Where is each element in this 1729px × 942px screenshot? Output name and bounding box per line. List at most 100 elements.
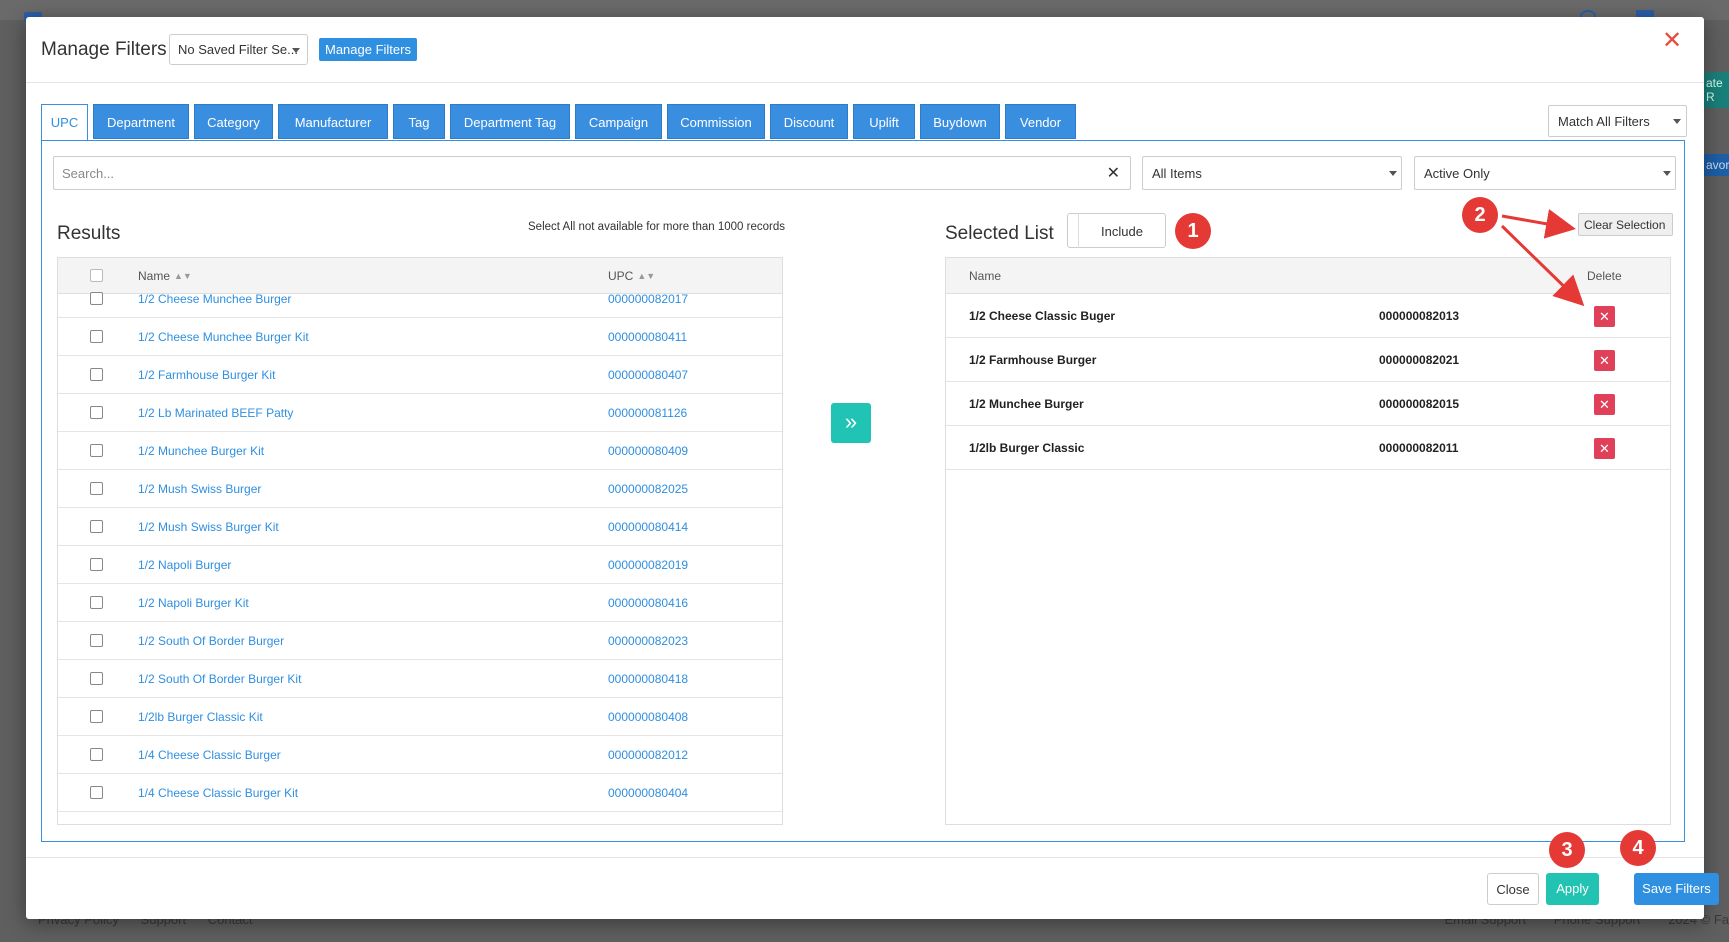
tab-category[interactable]: Category [194,104,273,139]
items-filter-value: All Items [1152,166,1202,181]
table-row[interactable]: 1/4 Cheese Classic Burger 000000082012 [58,736,782,774]
table-row[interactable]: 1/2 Munchee Burger Kit 000000080409 [58,432,782,470]
column-delete-header: Delete [1587,269,1622,283]
row-checkbox[interactable] [90,786,103,799]
apply-button[interactable]: Apply [1546,873,1599,905]
tab-department[interactable]: Department [93,104,189,139]
modal-title: Manage Filters [41,39,167,60]
item-name-link[interactable]: 1/2 Cheese Munchee Burger Kit [138,330,309,344]
item-name-link[interactable]: 1/2 South Of Border Burger [138,634,284,648]
table-row[interactable]: 1/4 Cheese Classic Burger Kit 00000008040… [58,774,782,812]
match-filters-select[interactable]: Match All Filters [1548,105,1687,137]
item-name-link[interactable]: 1/2 Mush Swiss Burger Kit [138,520,279,534]
item-upc-link[interactable]: 000000082023 [608,634,688,648]
table-row[interactable]: 1/2 Cheese Munchee Burger Kit 00000008041… [58,318,782,356]
items-filter-select[interactable]: All Items [1142,156,1402,190]
row-checkbox[interactable] [90,444,103,457]
annotation-badge-1: 1 [1175,213,1211,249]
saved-filter-select[interactable]: No Saved Filter Se... [169,34,308,65]
item-upc-link[interactable]: 000000080414 [608,520,688,534]
table-row[interactable]: 1/2 Farmhouse Burger Kit 000000080407 [58,356,782,394]
row-checkbox[interactable] [90,596,103,609]
table-row[interactable]: 1/2 South Of Border Burger Kit 0000000804… [58,660,782,698]
table-row[interactable]: 1/2 Napoli Burger Kit 000000080416 [58,584,782,622]
table-row[interactable]: 1/2 South Of Border Burger 000000082023 [58,622,782,660]
row-checkbox[interactable] [90,672,103,685]
row-checkbox[interactable] [90,406,103,419]
item-upc-link[interactable]: 000000082019 [608,558,688,572]
tab-manufacturer[interactable]: Manufacturer [278,104,388,139]
clear-selection-button[interactable]: Clear Selection [1578,213,1673,236]
tab-uplift[interactable]: Uplift [853,104,915,139]
item-name-link[interactable]: 1/2 Farmhouse Burger Kit [138,368,275,382]
table-row[interactable]: 1/2 Mush Swiss Burger Kit 000000080414 [58,508,782,546]
item-upc-link[interactable]: 000000082012 [608,748,688,762]
item-upc-link[interactable]: 000000080416 [608,596,688,610]
selected-row: 1/2 Cheese Classic Buger 000000082013 ✕ [946,294,1670,338]
manage-filters-modal: Manage Filters No Saved Filter Se... Man… [26,17,1719,919]
item-upc-link[interactable]: 000000080418 [608,672,688,686]
select-all-note: Select All not available for more than 1… [528,221,785,233]
tab-upc[interactable]: UPC [41,104,88,141]
manage-filters-button[interactable]: Manage Filters [319,38,417,61]
row-checkbox[interactable] [90,482,103,495]
row-checkbox[interactable] [90,710,103,723]
close-icon[interactable]: ✕ [1662,29,1682,53]
selected-row: 1/2 Farmhouse Burger 000000082021 ✕ [946,338,1670,382]
item-upc-link[interactable]: 000000080409 [608,444,688,458]
row-checkbox[interactable] [90,634,103,647]
item-upc-link[interactable]: 000000082017 [608,292,688,306]
tab-commission[interactable]: Commission [667,104,765,139]
tab-vendor[interactable]: Vendor [1005,104,1076,139]
table-row[interactable]: 1/2 Lb Marinated BEEF Patty 000000081126 [58,394,782,432]
search-input[interactable]: Search... ✕ [53,156,1131,190]
item-name-link[interactable]: 1/2 South Of Border Burger Kit [138,672,301,686]
table-row[interactable]: 1/2 Mush Swiss Burger 000000082025 [58,470,782,508]
item-name-link[interactable]: 1/2 Munchee Burger Kit [138,444,264,458]
item-name-link[interactable]: 1/2 Lb Marinated BEEF Patty [138,406,293,420]
item-name-link[interactable]: 1/4 Cheese Classic Burger [138,748,281,762]
match-filters-value: Match All Filters [1558,114,1650,129]
item-upc-link[interactable]: 000000080411 [608,330,687,344]
row-checkbox[interactable] [90,520,103,533]
item-name-link[interactable]: 1/2 Mush Swiss Burger [138,482,261,496]
delete-icon[interactable]: ✕ [1594,350,1615,371]
delete-icon[interactable]: ✕ [1594,394,1615,415]
row-checkbox[interactable] [90,368,103,381]
table-row[interactable]: 1/2 Cheese Munchee Burger 000000082017 [58,280,782,318]
item-name-link[interactable]: 1/2 Napoli Burger [138,558,231,572]
move-to-selected-button[interactable]: » [831,403,871,443]
selected-table-header: Name Delete [946,258,1670,294]
tab-discount[interactable]: Discount [770,104,848,139]
results-title: Results [57,223,121,244]
close-button[interactable]: Close [1487,873,1539,905]
tab-buydown[interactable]: Buydown [920,104,1000,139]
delete-icon[interactable]: ✕ [1594,438,1615,459]
row-checkbox[interactable] [90,558,103,571]
table-row[interactable]: 1/2lb Burger Classic Kit 000000080408 [58,698,782,736]
item-upc-link[interactable]: 000000081126 [608,406,687,420]
item-upc-link[interactable]: 000000082025 [608,482,688,496]
tab-tag[interactable]: Tag [393,104,445,139]
table-row[interactable]: 1/2 Napoli Burger 000000082019 [58,546,782,584]
item-upc-link[interactable]: 000000080404 [608,786,688,800]
selected-table: Name Delete 1/2 Cheese Classic Buger 0000… [945,257,1671,825]
status-filter-select[interactable]: Active Only [1414,156,1676,190]
row-checkbox[interactable] [90,748,103,761]
clear-search-icon[interactable]: ✕ [1107,163,1120,183]
annotation-badge-4: 4 [1620,830,1656,866]
item-name-link[interactable]: 1/2lb Burger Classic Kit [138,710,263,724]
tab-campaign[interactable]: Campaign [575,104,662,139]
item-upc-link[interactable]: 000000080408 [608,710,688,724]
delete-icon[interactable]: ✕ [1594,306,1615,327]
item-name-link[interactable]: 1/2 Napoli Burger Kit [138,596,249,610]
row-checkbox[interactable] [90,330,103,343]
item-name-link[interactable]: 1/2 Cheese Munchee Burger [138,292,291,306]
item-name-link[interactable]: 1/4 Cheese Classic Burger Kit [138,786,298,800]
item-upc-link[interactable]: 000000080407 [608,368,688,382]
tab-department-tag[interactable]: Department Tag [450,104,570,139]
search-placeholder: Search... [62,166,115,181]
save-filters-button[interactable]: Save Filters [1634,873,1719,905]
include-toggle[interactable]: Include [1067,213,1166,248]
row-checkbox[interactable] [90,292,103,305]
